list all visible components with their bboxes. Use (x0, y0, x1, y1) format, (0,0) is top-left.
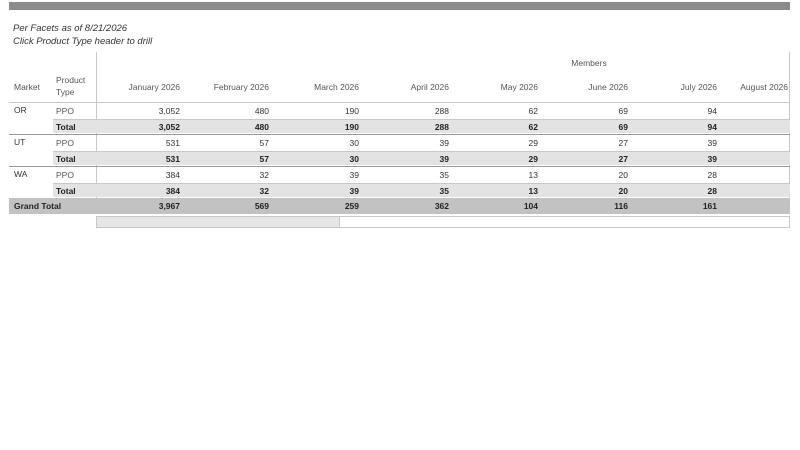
month-header: February 2026 (213, 82, 269, 92)
product-type-label[interactable]: PPO (56, 169, 74, 181)
detail-value: 384 (165, 170, 180, 180)
header-divider (9, 102, 790, 103)
subtotal-label: Total (56, 186, 76, 196)
grand-total-value: 569 (254, 201, 269, 211)
grand-total-value: 116 (614, 201, 628, 211)
subtotal-label: Total (56, 154, 76, 164)
detail-value: 94 (707, 106, 717, 116)
detail-value: 62 (528, 106, 538, 116)
subtotal-label: Total (56, 122, 76, 132)
subtotal-value: 288 (434, 122, 449, 132)
measure-header: Members (571, 58, 607, 68)
month-header: May 2026 (500, 82, 538, 92)
detail-value: 27 (618, 138, 628, 148)
subtotal-value: 384 (165, 186, 180, 196)
subtotal-value: 39 (707, 154, 717, 164)
subtotal-value: 531 (165, 154, 180, 164)
detail-value: 39 (349, 170, 359, 180)
month-header: August 2026 (740, 82, 788, 92)
grand-total-label: Grand Total (14, 201, 62, 211)
subtotal-value: 69 (618, 122, 628, 132)
market-label: WA (14, 169, 28, 179)
month-header: March 2026 (314, 82, 359, 92)
members-pivot-table: Members Market Product Type January 2026 Feb… (9, 52, 790, 232)
market-header: Market (14, 82, 40, 92)
subtotal-value: 480 (254, 122, 269, 132)
grand-total-value: 161 (702, 201, 717, 211)
detail-value: 30 (349, 138, 359, 148)
subtotal-value: 32 (259, 186, 269, 196)
grand-total-value: 259 (344, 201, 359, 211)
subtotal-value: 29 (528, 154, 538, 164)
detail-value: 288 (434, 106, 449, 116)
detail-value: 69 (618, 106, 628, 116)
horizontal-scrollbar[interactable] (96, 216, 790, 228)
detail-value: 531 (165, 138, 180, 148)
subtotal-value: 94 (707, 122, 717, 132)
detail-value: 35 (439, 170, 449, 180)
subtotal-value: 27 (618, 154, 628, 164)
month-header: April 2026 (410, 82, 449, 92)
detail-value: 13 (528, 170, 538, 180)
group-divider (9, 166, 790, 167)
detail-value: 20 (618, 170, 628, 180)
subtotal-value: 28 (707, 186, 717, 196)
grand-total-value: 104 (523, 201, 538, 211)
market-label: OR (14, 105, 27, 115)
subtotal-value: 20 (618, 186, 628, 196)
subtotal-value: 35 (439, 186, 449, 196)
detail-value: 39 (439, 138, 449, 148)
detail-value: 3,052 (158, 106, 180, 116)
scrollbar-thumb[interactable] (97, 217, 340, 227)
detail-value: 32 (259, 170, 269, 180)
subtotal-value: 62 (528, 122, 538, 132)
subtotal-value: 39 (349, 186, 359, 196)
subtotal-divider (53, 183, 790, 184)
drill-instruction-caption: Click Product Type header to drill (13, 36, 153, 47)
subtotal-value: 3,052 (158, 122, 180, 132)
header-bar (9, 2, 790, 10)
group-divider (9, 134, 790, 135)
product-type-label[interactable]: PPO (56, 137, 74, 149)
grand-total-value: 3,967 (158, 201, 180, 211)
month-header: June 2026 (588, 82, 628, 92)
detail-value: 39 (707, 138, 717, 148)
data-as-of-caption: Per Facets as of 8/21/2026 (13, 23, 128, 34)
subtotal-value: 30 (349, 154, 359, 164)
subtotal-value: 13 (528, 186, 538, 196)
detail-value: 29 (528, 138, 538, 148)
subtotal-value: 39 (439, 154, 449, 164)
market-label: UT (14, 137, 26, 147)
subtotal-value: 57 (259, 154, 269, 164)
subtotal-divider (53, 119, 790, 120)
subtotal-value: 190 (344, 122, 359, 132)
product-type-header[interactable]: Product Type (56, 74, 92, 98)
detail-value: 28 (707, 170, 717, 180)
subtotal-divider (53, 151, 790, 152)
month-header: January 2026 (128, 82, 180, 92)
product-type-label[interactable]: PPO (56, 105, 74, 117)
detail-value: 57 (259, 138, 269, 148)
detail-value: 480 (254, 106, 269, 116)
detail-value: 190 (344, 106, 359, 116)
grand-total-value: 362 (434, 201, 449, 211)
